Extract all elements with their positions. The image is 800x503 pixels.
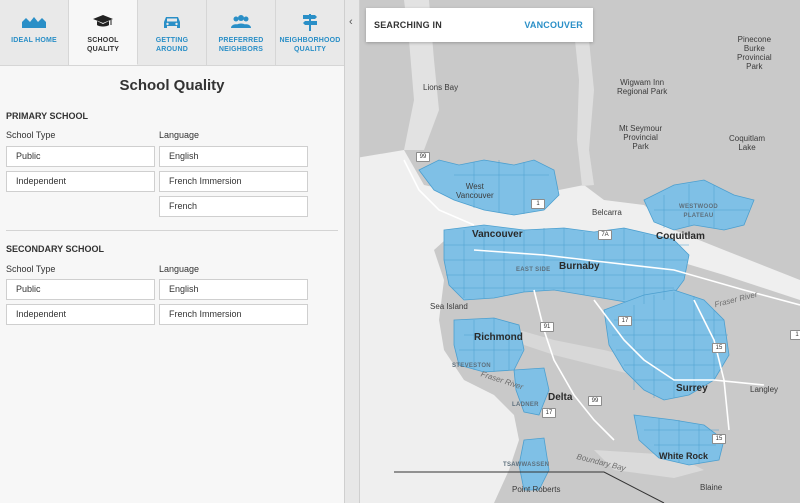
map-label-white-rock: White Rock	[659, 451, 709, 461]
school-quality-panel: School Quality PRIMARY SCHOOL School Typ…	[0, 66, 344, 503]
signpost-icon	[296, 12, 324, 32]
map-label-ladner: LADNER	[512, 402, 539, 408]
map-label-mt-seymour: Mt Seymour Provincial Park	[619, 124, 663, 151]
map-label-tsawwassen: TSAWWASSEN	[503, 462, 550, 468]
map-label-coquitlam-lake: Coquitlam Lake	[729, 134, 766, 152]
region-map[interactable]: Lions Bay Wigwam Inn Regional Park Pinec…	[344, 0, 800, 503]
tab-ideal-home[interactable]: IDEAL HOME	[0, 0, 69, 65]
secondary-school-heading: SECONDARY SCHOOL	[6, 244, 105, 254]
secondary-type-public-option[interactable]: Public	[6, 279, 155, 300]
houses-icon	[20, 12, 48, 32]
map-label-belcarra: Belcarra	[592, 208, 622, 217]
map-label-wigwam-inn: Wigwam Inn Regional Park	[617, 78, 668, 96]
secondary-type-independent-option[interactable]: Independent	[6, 304, 155, 325]
map-label-richmond: Richmond	[474, 332, 523, 343]
school-type-label: School Type	[6, 130, 56, 140]
primary-language-french-immersion-option[interactable]: French Immersion	[159, 171, 308, 192]
chevron-left-icon: ‹	[349, 16, 353, 28]
category-tabs: IDEAL HOME SCHOOL QUALITY GETTING AROUND…	[0, 0, 344, 66]
tab-neighborhood-quality[interactable]: NEIGHBORHOOD QUALITY	[276, 0, 344, 65]
tab-label: PREFERRED NEIGHBORS	[218, 37, 264, 53]
graduation-cap-icon	[89, 12, 117, 32]
map-label-surrey: Surrey	[676, 383, 708, 394]
highway-shield: 17	[542, 408, 556, 418]
primary-type-independent-option[interactable]: Independent	[6, 171, 155, 192]
map-label-langley: Langley	[750, 385, 779, 394]
map-label-sea-island: Sea Island	[430, 302, 468, 311]
map-label-coquitlam: Coquitlam	[656, 231, 705, 242]
highway-shield: 99	[588, 396, 602, 406]
secondary-language-english-option[interactable]: English	[159, 279, 308, 300]
map-label-westwood-plateau: WESTWOOD PLATEAU	[679, 204, 719, 219]
collapse-panel-button[interactable]: ‹	[344, 0, 360, 503]
map-label-lions-bay: Lions Bay	[423, 83, 459, 92]
page-title: School Quality	[119, 77, 225, 94]
map-label-west-vancouver: West Vancouver	[456, 182, 494, 200]
section-divider	[6, 230, 338, 231]
tab-school-quality[interactable]: SCHOOL QUALITY	[69, 0, 138, 65]
map-label-vancouver: Vancouver	[472, 229, 523, 240]
map-label-point-roberts: Point Roberts	[512, 485, 561, 494]
car-icon	[158, 12, 186, 32]
filter-panel: IDEAL HOME SCHOOL QUALITY GETTING AROUND…	[0, 0, 344, 503]
highway-shield: 99	[416, 152, 430, 162]
map-label-burnaby: Burnaby	[559, 261, 600, 272]
primary-language-french-option[interactable]: French	[159, 196, 308, 217]
primary-type-public-option[interactable]: Public	[6, 146, 155, 167]
tab-label: NEIGHBORHOOD QUALITY	[279, 37, 341, 53]
primary-language-english-option[interactable]: English	[159, 146, 308, 167]
highway-shield: 1	[790, 330, 800, 340]
tab-getting-around[interactable]: GETTING AROUND	[138, 0, 207, 65]
map-canvas	[344, 0, 800, 503]
search-location-box[interactable]: SEARCHING IN VANCOUVER	[366, 8, 593, 42]
people-icon	[227, 12, 255, 32]
language-label: Language	[159, 264, 200, 274]
map-label-blaine: Blaine	[700, 483, 723, 492]
highway-shield: 7A	[598, 230, 612, 240]
indian-arm	[574, 30, 594, 186]
map-label-delta: Delta	[548, 392, 573, 403]
tab-label: SCHOOL QUALITY	[86, 37, 120, 53]
highway-shield: 91	[540, 322, 554, 332]
highway-shield: 15	[712, 434, 726, 444]
tab-preferred-neighbors[interactable]: PREFERRED NEIGHBORS	[207, 0, 276, 65]
primary-school-heading: PRIMARY SCHOOL	[6, 111, 89, 121]
highway-shield: 15	[712, 343, 726, 353]
school-type-label: School Type	[6, 264, 56, 274]
tab-label: GETTING AROUND	[155, 37, 189, 53]
search-label: SEARCHING IN	[374, 20, 442, 30]
tab-label: IDEAL HOME	[11, 37, 57, 44]
map-label-pinecone-burke: Pinecone Burke Provincial Park	[737, 35, 772, 71]
highway-shield: 1	[531, 199, 545, 209]
search-value: VANCOUVER	[524, 20, 583, 30]
map-label-east-side: EAST SIDE	[516, 267, 551, 273]
highway-shield: 17	[618, 316, 632, 326]
language-label: Language	[159, 130, 200, 140]
secondary-language-french-immersion-option[interactable]: French Immersion	[159, 304, 308, 325]
